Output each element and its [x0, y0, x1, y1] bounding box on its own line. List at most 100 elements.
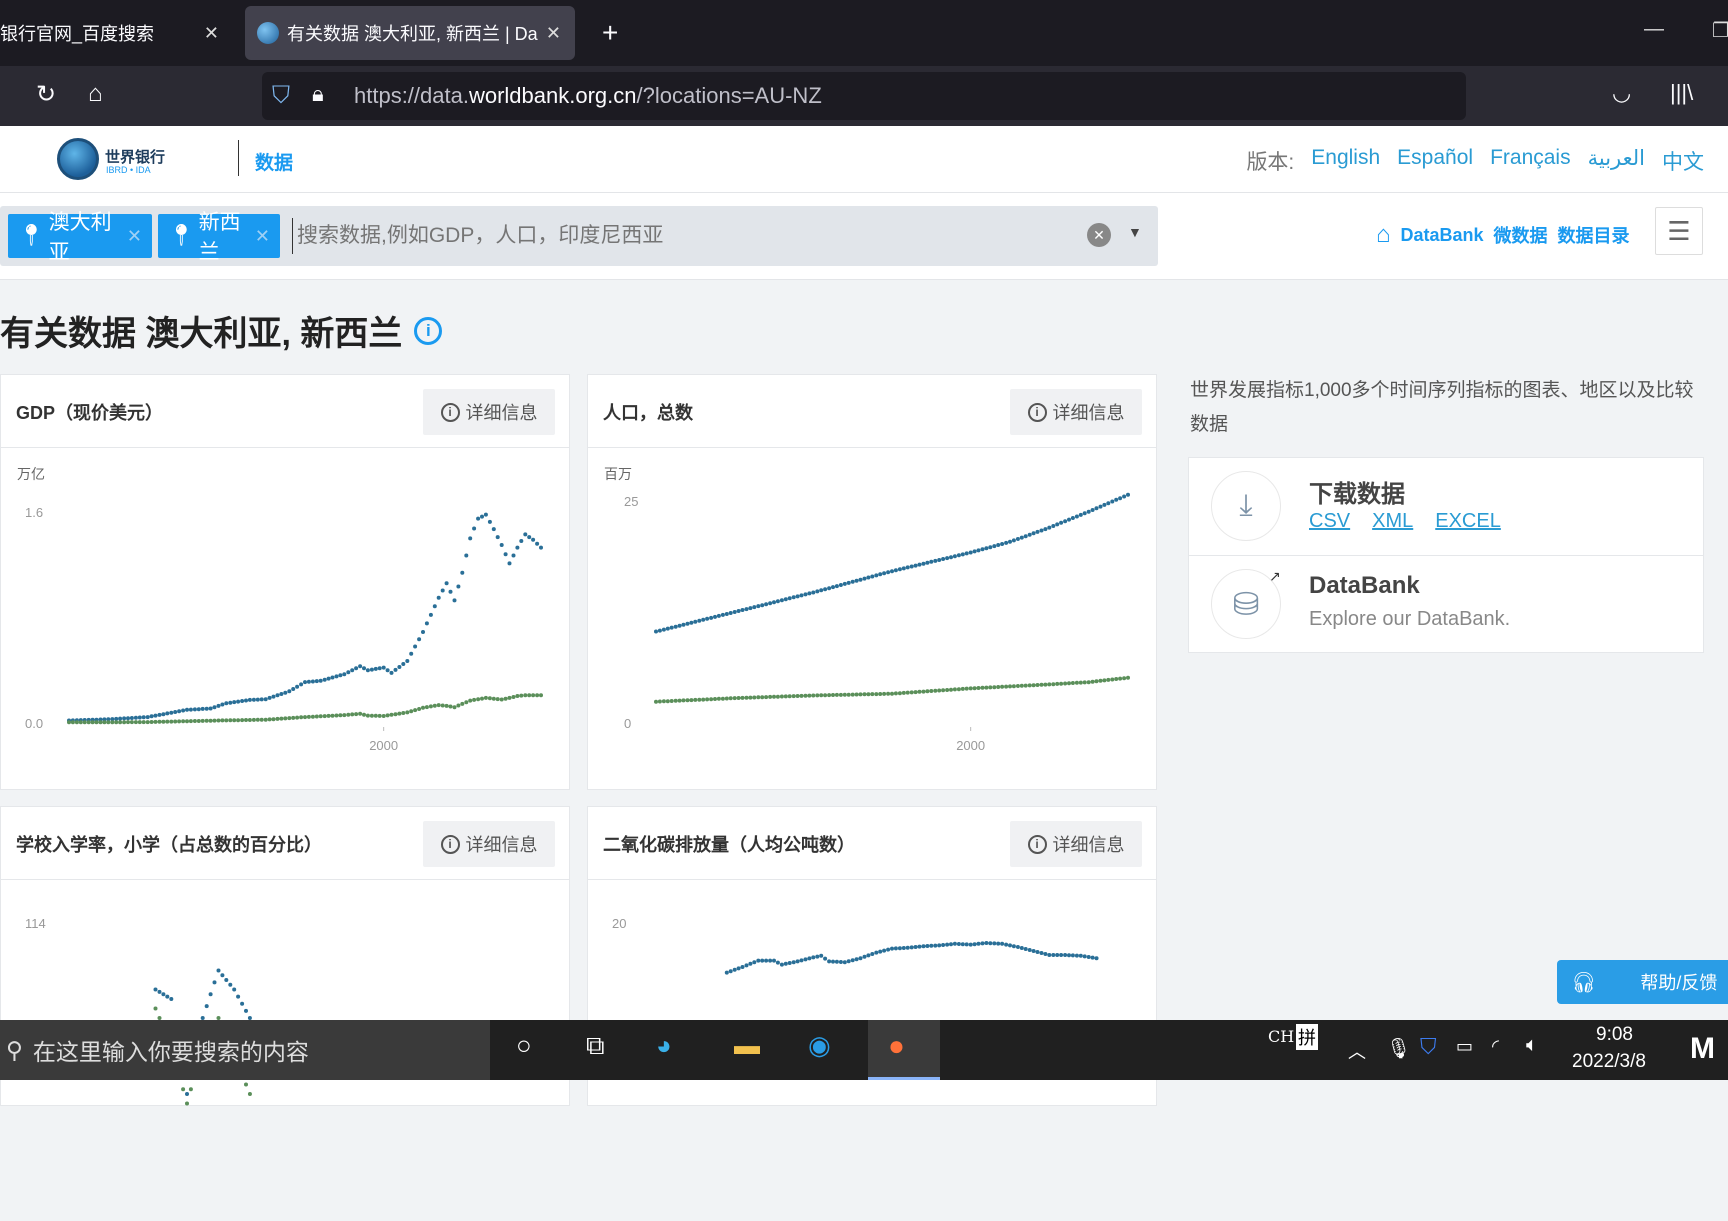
page-title: 有关数据 澳大利亚, 新西兰 — [0, 315, 403, 353]
data-point-nz — [480, 696, 484, 701]
location-chip-au[interactable]: 📍︎ 澳大利亚 ✕ — [8, 211, 152, 264]
task-view-icon[interactable]: ⧉ — [586, 1030, 605, 1062]
data-point-nz — [1015, 684, 1020, 688]
data-point-nz — [689, 698, 694, 703]
lang-chinese[interactable]: 中文 — [1662, 146, 1704, 176]
minimize-icon[interactable]: — — [1644, 18, 1664, 41]
restore-icon[interactable]: ❐ — [1712, 18, 1728, 43]
search-input[interactable] — [292, 218, 1072, 254]
tab-baidu[interactable]: 银行官网_百度搜索 ✕ — [0, 6, 233, 60]
data-point-au — [819, 953, 824, 958]
download-xml-link[interactable]: XML — [1372, 510, 1413, 533]
microphone-icon[interactable]: 🎙︎ — [1386, 1036, 1411, 1061]
data-point-nz — [1023, 683, 1028, 688]
nav-microdata[interactable]: 微数据 — [1494, 222, 1548, 248]
data-point-nz — [1031, 683, 1036, 688]
home-icon[interactable]: ⌂ — [88, 80, 103, 108]
wifi-icon[interactable]: ◜ — [1492, 1036, 1499, 1057]
edge-icon[interactable]: ◕ — [656, 1030, 672, 1061]
data-point-au — [783, 961, 788, 966]
security-shield-icon[interactable]: ⛉ — [1420, 1034, 1437, 1060]
help-feedback-button[interactable]: 🎧︎ 帮助/反馈 — [1557, 960, 1728, 1004]
ime-language[interactable]: CH — [1268, 1027, 1294, 1046]
tab-label: 有关数据 澳大利亚, 新西兰 | Da — [287, 24, 538, 44]
close-tab-icon[interactable]: ✕ — [546, 23, 561, 44]
data-point-au — [232, 700, 237, 705]
y-tick-label: 20 — [612, 916, 626, 931]
data-point-au — [303, 680, 307, 685]
details-button[interactable]: i 详细信息 — [1010, 821, 1142, 867]
data-point-nz — [244, 718, 248, 722]
data-point-au — [976, 548, 981, 553]
divider — [1189, 555, 1703, 556]
language-switcher: 版本: English Español Français العربية 中文 — [1246, 146, 1704, 176]
notification-logo-icon[interactable]: M — [1690, 1032, 1715, 1066]
data-point-au — [1011, 538, 1016, 543]
remove-chip-icon[interactable]: ✕ — [127, 226, 142, 247]
home-icon[interactable]: ⌂ — [1376, 221, 1391, 249]
data-point-nz — [925, 689, 930, 694]
firefox-icon: ● — [888, 1030, 905, 1061]
data-point-au — [1102, 502, 1107, 507]
data-point-nz — [295, 715, 300, 720]
search-box[interactable]: 📍︎澳大利亚✕ 📍︎新西兰✕ ✕ ▼ — [0, 206, 1158, 266]
remove-chip-icon[interactable]: ✕ — [255, 226, 270, 247]
info-icon[interactable]: i — [414, 316, 443, 345]
tab-worldbank[interactable]: 有关数据 澳大利亚, 新西兰 | Da ✕ — [245, 6, 575, 60]
battery-icon[interactable]: ▭ — [1456, 1036, 1473, 1057]
new-tab-button[interactable]: + — [590, 6, 630, 60]
cortana-icon[interactable]: ○ — [516, 1030, 532, 1061]
databank-title[interactable]: DataBank — [1309, 572, 1420, 600]
tray-expand-icon[interactable]: ︿ — [1348, 1038, 1366, 1064]
globe-favicon-icon — [257, 22, 279, 44]
nav-databank[interactable]: DataBank — [1401, 225, 1484, 246]
nav-data-catalog[interactable]: 数据目录 — [1558, 222, 1630, 248]
data-point-nz — [775, 694, 780, 699]
data-point-nz — [701, 697, 706, 702]
clock-date[interactable]: 2022/3/8 — [1572, 1051, 1646, 1073]
logo-text[interactable]: 世界银行 — [105, 146, 165, 167]
lock-icon[interactable]: 🔒︎ — [312, 81, 324, 107]
shield-icon[interactable]: ⛉ — [272, 82, 290, 110]
download-csv-link[interactable]: CSV — [1309, 510, 1350, 533]
data-point-au — [137, 715, 142, 720]
firefox-taskbar-button[interactable]: ● — [868, 1020, 940, 1080]
lang-espanol[interactable]: Español — [1397, 146, 1473, 176]
data-point-au — [834, 584, 839, 589]
data-point-nz — [886, 691, 891, 696]
data-point-nz — [783, 694, 788, 699]
hamburger-menu-icon[interactable]: ☰ — [1655, 207, 1703, 255]
ime-mode[interactable]: 拼 — [1296, 1024, 1318, 1050]
url-bar[interactable]: ⛉ 🔒︎ https://data. worldbank.org.cn/?loca… — [262, 72, 1466, 120]
volume-icon[interactable]: 🔈︎ — [1526, 1034, 1538, 1057]
data-point-nz — [897, 691, 902, 696]
data-point-au — [1008, 539, 1012, 544]
data-point-au — [255, 697, 260, 702]
pocket-icon[interactable]: ◡ — [1612, 80, 1631, 106]
data-point-au — [220, 973, 225, 978]
reload-icon[interactable]: ↻ — [36, 80, 56, 109]
data-point-nz — [732, 696, 737, 701]
data-point-au — [854, 578, 859, 583]
lang-arabic[interactable]: العربية — [1588, 146, 1645, 176]
download-excel-link[interactable]: EXCEL — [1435, 510, 1501, 533]
worldbank-globe-logo[interactable] — [57, 138, 99, 180]
data-point-au — [972, 549, 977, 554]
clock-time[interactable]: 9:08 — [1596, 1024, 1633, 1046]
location-chip-nz[interactable]: 📍︎ 新西兰 ✕ — [158, 211, 280, 264]
data-point-au — [697, 618, 702, 623]
file-explorer-icon[interactable]: ▬ — [734, 1030, 760, 1061]
clear-search-icon[interactable]: ✕ — [1087, 223, 1111, 247]
lang-english[interactable]: English — [1311, 146, 1380, 176]
close-tab-icon[interactable]: ✕ — [204, 23, 219, 44]
details-button[interactable]: i 详细信息 — [423, 821, 555, 867]
data-point-au — [996, 941, 1001, 946]
app-icon[interactable]: ◉ — [808, 1030, 831, 1061]
details-button[interactable]: i 详细信息 — [1010, 389, 1142, 435]
lang-francais[interactable]: Français — [1490, 146, 1571, 176]
details-button[interactable]: i 详细信息 — [423, 389, 555, 435]
dropdown-caret-icon[interactable]: ▼ — [1128, 224, 1142, 240]
section-link-data[interactable]: 数据 — [255, 148, 293, 175]
library-icon[interactable]: |||\ — [1670, 80, 1693, 106]
taskbar-search-box[interactable]: ⚲ 在这里输入你要搜索的内容 — [0, 1020, 490, 1080]
